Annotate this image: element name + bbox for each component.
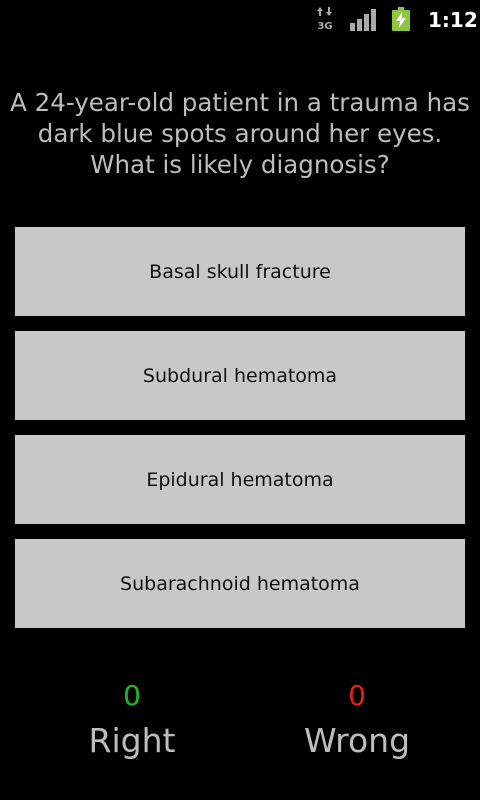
data-transfer-icon: 3G: [317, 7, 333, 31]
answer-button-4[interactable]: Subarachnoid hematoma: [15, 539, 465, 628]
signal-strength-icon: [350, 9, 376, 31]
wrong-score: 0 Wrong: [257, 678, 457, 762]
right-count: 0: [123, 679, 141, 712]
clock-time: 1:12: [428, 8, 478, 32]
right-score: 0 Right: [32, 678, 232, 762]
answer-button-1[interactable]: Basal skull fracture: [15, 227, 465, 316]
network-type-label: 3G: [317, 21, 332, 31]
wrong-count: 0: [348, 679, 366, 712]
answer-button-3[interactable]: Epidural hematoma: [15, 435, 465, 524]
battery-charging-icon: [392, 7, 410, 31]
status-bar: 3G 1:12: [0, 0, 480, 38]
wrong-label: Wrong: [303, 721, 411, 760]
answer-button-2[interactable]: Subdural hematoma: [15, 331, 465, 420]
answer-list: Basal skull fracture Subdural hematoma E…: [15, 227, 465, 643]
right-label: Right: [88, 721, 176, 760]
question-text: A 24-year-old patient in a trauma has da…: [10, 88, 470, 179]
